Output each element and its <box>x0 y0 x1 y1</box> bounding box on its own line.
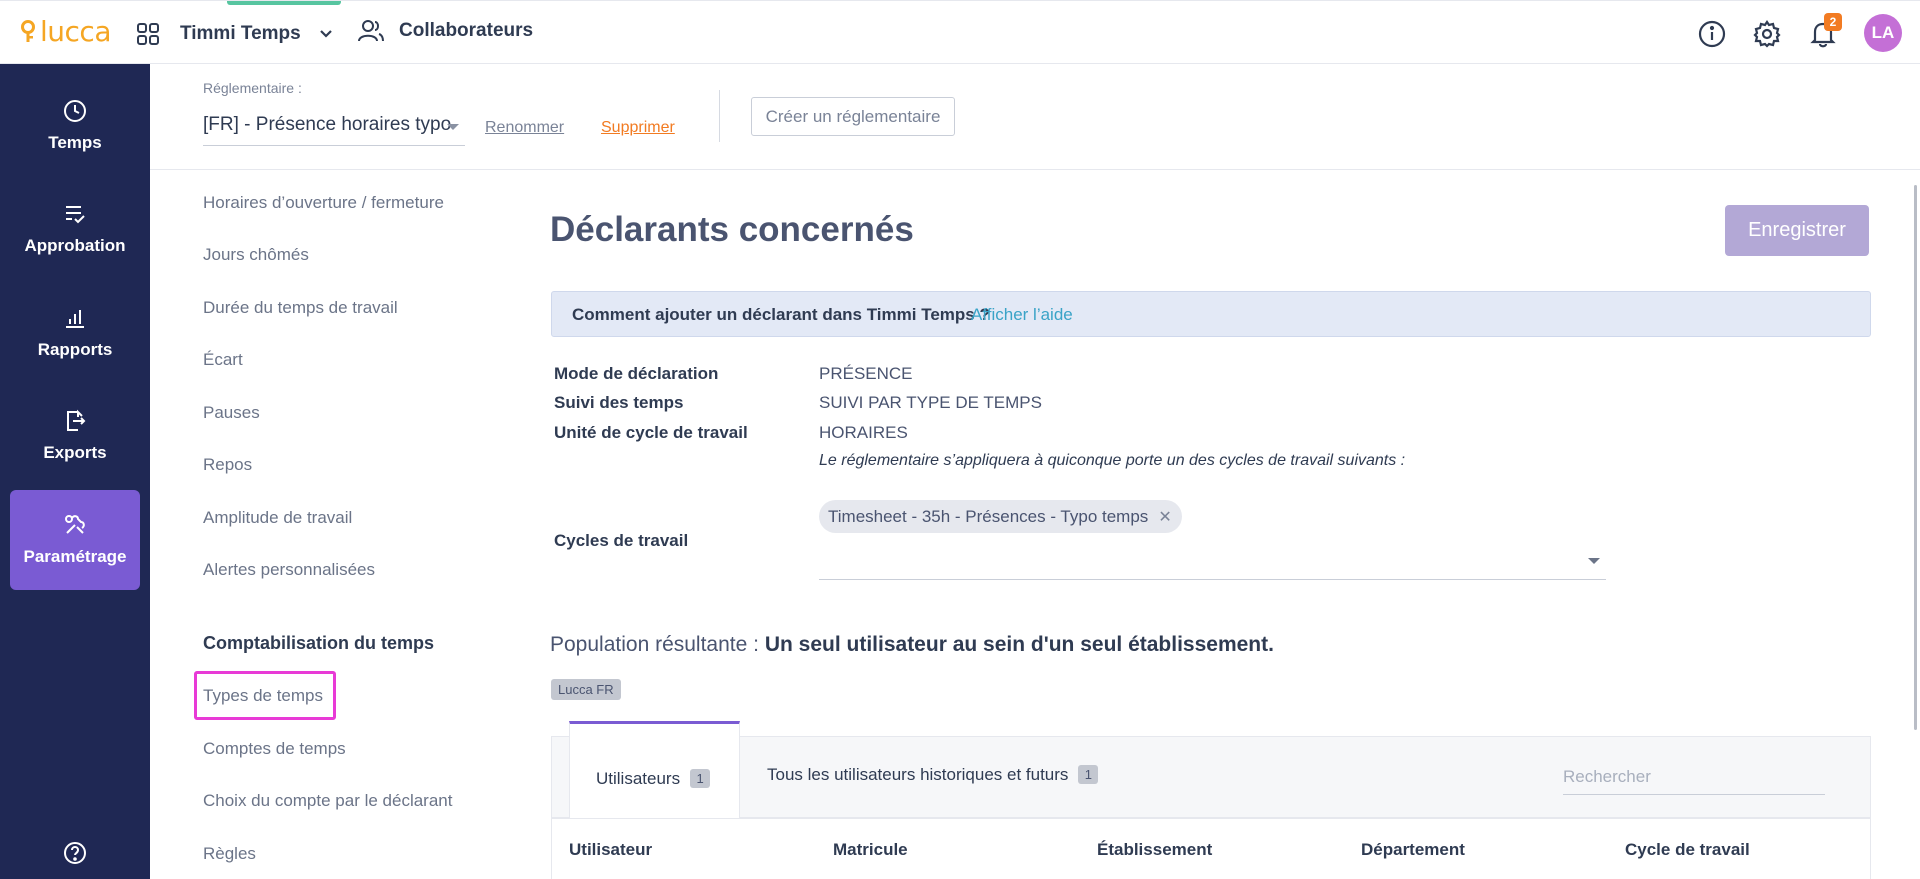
search-field <box>1563 763 1825 795</box>
reglementaire-header: Réglementaire : [FR] - Présence horaires… <box>150 64 1920 170</box>
subnav-item[interactable]: Comptes de temps <box>203 739 346 759</box>
lucca-logo-icon <box>21 19 35 42</box>
subnav-item[interactable]: Alertes personnalisées <box>203 560 375 580</box>
sidebar-item-exports[interactable]: Exports <box>10 386 140 486</box>
tab-utilisateurs[interactable]: Utilisateurs 1 <box>569 721 740 819</box>
info-icon <box>1698 20 1726 48</box>
tab-label: Utilisateurs 1 <box>596 769 711 789</box>
sidebar-item-temps[interactable]: Temps <box>10 76 140 176</box>
reglementaire-label: Réglementaire : <box>203 80 302 96</box>
subnav-item[interactable]: Choix du compte par le déclarant <box>203 791 452 811</box>
clock-icon <box>64 100 86 122</box>
rename-link[interactable]: Renommer <box>485 119 564 137</box>
sidebar-item-label: Paramétrage <box>23 547 127 566</box>
show-help-link[interactable]: Afficher l’aide <box>971 305 1073 325</box>
tab-label-text: Tous les utilisateurs historiques et fut… <box>767 765 1069 784</box>
sidebar-item-label: Rapports <box>37 340 113 359</box>
subnav-item[interactable]: Amplitude de travail <box>203 508 352 528</box>
users-table-header: Utilisateur Matricule Établissement Dépa… <box>551 818 1871 879</box>
collaborateurs-link[interactable]: Collaborateurs <box>357 19 533 43</box>
gear-icon <box>1753 20 1781 48</box>
info-button[interactable] <box>1697 19 1727 49</box>
collaborateurs-label: Collaborateurs <box>399 20 534 41</box>
active-app-indicator <box>227 1 341 5</box>
app-name: Timmi Temps <box>180 23 301 44</box>
page-scrollbar[interactable] <box>1914 185 1917 730</box>
reglementaire-select[interactable]: [FR] - Présence horaires typo <box>203 108 465 146</box>
avatar[interactable]: LA <box>1864 14 1902 52</box>
column-header[interactable]: Établissement <box>1097 840 1212 860</box>
population-prefix: Population résultante : <box>550 633 759 656</box>
main-sidebar: Temps Approbation Rapports Exports Param… <box>0 64 150 879</box>
field-label: Mode de déclaration <box>554 364 719 383</box>
population-value: Un seul utilisateur au sein d'un seul ét… <box>764 633 1274 656</box>
chevron-down-icon <box>319 30 332 38</box>
logo-text: lucca <box>40 15 111 48</box>
tools-icon <box>65 515 85 534</box>
checklist-icon <box>66 206 85 224</box>
top-bar: lucca Timmi Temps Collaborateurs 2 LA <box>0 0 1920 64</box>
subnav-section-heading: Comptabilisation du temps <box>203 633 435 653</box>
cycles-note: Le réglementaire s’appliquera à quiconqu… <box>819 452 1406 469</box>
settings-button[interactable] <box>1752 19 1782 49</box>
sidebar-item-approbation[interactable]: Approbation <box>10 179 140 279</box>
info-banner: Comment ajouter un déclarant dans Timmi … <box>551 291 1871 337</box>
people-icon <box>358 20 384 42</box>
field-label: Unité de cycle de travail <box>554 423 748 442</box>
field-value: PRÉSENCE <box>819 364 913 383</box>
count-badge: 1 <box>1078 765 1099 784</box>
subnav-item[interactable]: Jours chômés <box>203 245 309 265</box>
notification-count-badge: 2 <box>1824 13 1842 31</box>
population-summary: Population résultante : Un seul utilisat… <box>550 633 1274 657</box>
subnav-item[interactable]: Repos <box>203 455 252 475</box>
lucca-logo[interactable]: lucca <box>20 15 111 48</box>
subnav-item[interactable]: Durée du temps de travail <box>203 298 398 318</box>
field-value: HORAIRES <box>819 423 908 442</box>
reglementaire-selected-value: [FR] - Présence horaires typo <box>203 114 452 135</box>
close-icon[interactable]: ✕ <box>1158 507 1171 527</box>
cycle-chip: Timesheet - 35h - Présences - Typo temps… <box>819 500 1182 533</box>
subnav-item-types-de-temps[interactable]: Types de temps <box>203 686 323 706</box>
create-reglementaire-button[interactable]: Créer un réglementaire <box>751 97 955 136</box>
count-badge: 1 <box>690 769 711 788</box>
field-label: Suivi des temps <box>554 393 684 412</box>
column-header[interactable]: Utilisateur <box>569 840 652 860</box>
export-icon <box>67 409 86 431</box>
help-icon <box>64 842 86 864</box>
notifications-button[interactable]: 2 <box>1808 13 1842 49</box>
app-switcher[interactable]: Timmi Temps <box>136 17 333 51</box>
page-title: Déclarants concernés <box>550 210 914 249</box>
help-button[interactable] <box>60 838 90 868</box>
delete-link[interactable]: Supprimer <box>601 119 675 137</box>
sidebar-item-rapports[interactable]: Rapports <box>10 283 140 383</box>
divider <box>719 90 720 142</box>
column-header[interactable]: Matricule <box>833 840 908 860</box>
cycles-select[interactable] <box>819 545 1606 580</box>
info-question: Comment ajouter un déclarant dans Timmi … <box>572 305 990 324</box>
subnav-item[interactable]: Pauses <box>203 403 260 423</box>
column-header[interactable]: Département <box>1361 840 1465 860</box>
chart-icon <box>66 310 84 328</box>
subnav-item[interactable]: Horaires d’ouverture / fermeture <box>203 193 444 213</box>
search-input[interactable] <box>1563 763 1825 787</box>
field-value: SUIVI PAR TYPE DE TEMPS <box>819 393 1042 412</box>
sidebar-item-label: Exports <box>43 443 107 462</box>
caret-down-icon <box>1588 558 1600 564</box>
subnav-item[interactable]: Règles <box>203 844 256 864</box>
sidebar-item-label: Temps <box>48 133 102 152</box>
caret-down-icon <box>447 124 459 130</box>
column-header[interactable]: Cycle de travail <box>1625 840 1750 860</box>
cycles-label: Cycles de travail <box>554 531 689 550</box>
save-button[interactable]: Enregistrer <box>1725 205 1869 256</box>
tab-all-users[interactable]: Tous les utilisateurs historiques et fut… <box>767 765 1099 785</box>
sidebar-item-parametrage[interactable]: Paramétrage <box>10 490 140 590</box>
sidebar-item-label: Approbation <box>24 236 126 255</box>
subnav-item[interactable]: Écart <box>203 350 243 370</box>
cycle-chip-label: Timesheet - 35h - Présences - Typo temps <box>828 506 1149 526</box>
establishment-tag: Lucca FR <box>551 679 621 700</box>
tab-label-text: Utilisateurs <box>596 769 681 788</box>
apps-grid-icon <box>137 23 159 45</box>
